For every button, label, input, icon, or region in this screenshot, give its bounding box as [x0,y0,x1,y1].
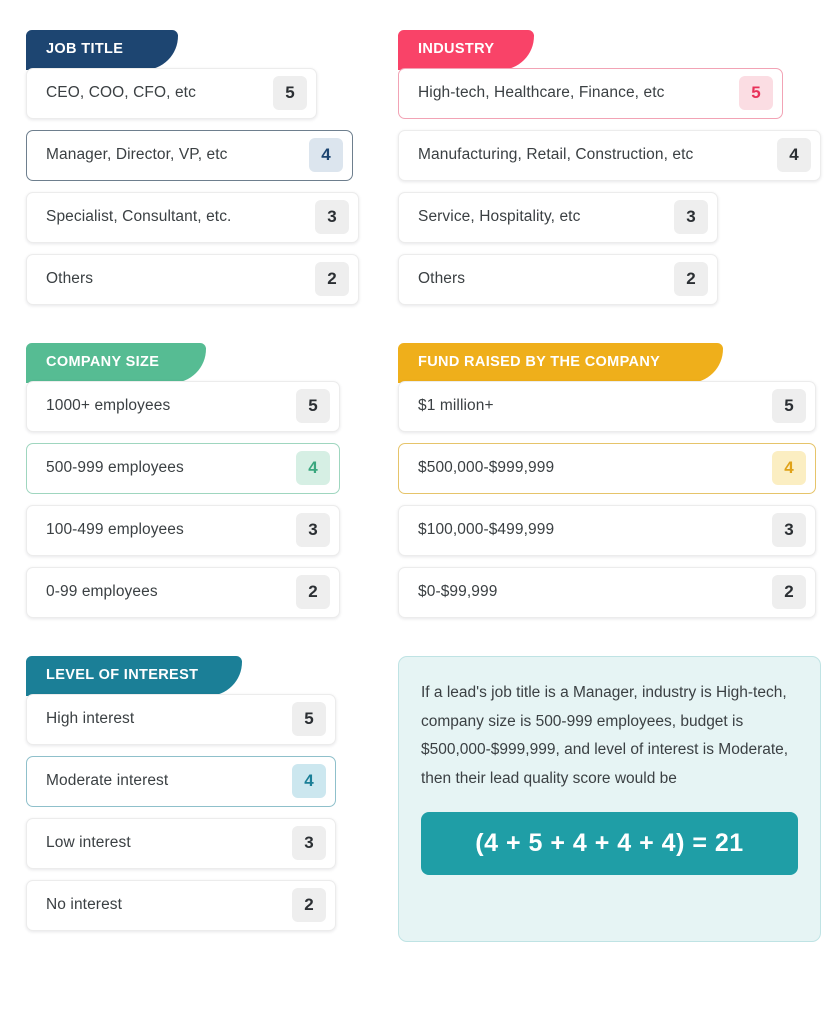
option-label: CEO, COO, CFO, etc [46,84,196,102]
option-row-selected[interactable]: Manager, Director, VP, etc 4 [26,129,353,181]
option-label: Others [46,270,94,288]
option-label: Manager, Director, VP, etc [46,146,228,164]
option-score-badge: 5 [292,702,326,737]
panel-company-size: COMPANY SIZE 1000+ employees 5 500-999 empl… [26,342,376,629]
option-score-badge: 2 [292,888,326,923]
panel-fund-raised: FUND RAISED BY THE COMPANY $1 million+ 5 $5… [398,342,821,629]
option-list-industry: High-tech, Healthcare, Finance, etc 5 Manu… [398,67,821,305]
option-list-fund-raised: $1 million+ 5 $500,000-$999,999 4 $100,000-$… [398,380,821,618]
option-label: Low interest [46,834,131,852]
option-score-badge: 2 [315,262,349,297]
option-label: Others [418,270,466,288]
option-score-badge: 4 [772,451,806,486]
option-score-badge: 2 [674,262,708,297]
option-row[interactable]: 1000+ employees 5 [26,380,340,432]
panel-level-of-interest: LEVEL OF INTEREST High interest 5 Moderate … [26,655,376,942]
option-score-badge: 3 [292,826,326,861]
option-score-badge: 3 [315,200,349,235]
option-list-company-size: 1000+ employees 5 500-999 employees 4 100-49… [26,380,376,618]
option-label: $0-$99,999 [418,583,498,601]
option-label: 500-999 employees [46,459,184,477]
option-row[interactable]: Manufacturing, Retail, Construction, etc… [398,129,821,181]
option-row[interactable]: $1 million+ 5 [398,380,816,432]
panel-header-job-title: JOB TITLE [26,30,178,70]
option-label: High interest [46,710,135,728]
option-score-badge: 3 [674,200,708,235]
option-score-badge: 2 [772,575,806,610]
option-score-badge: 4 [777,138,811,173]
option-row[interactable]: Others 2 [26,253,359,305]
panel-industry: INDUSTRY High-tech, Healthcare, Finance, … [398,30,821,316]
summary-card: If a lead's job title is a Manager, indu… [398,655,821,942]
option-list-job-title: CEO, COO, CFO, etc 5 Manager, Director, VP… [26,67,376,305]
option-row[interactable]: Others 2 [398,253,718,305]
option-row[interactable]: Service, Hospitality, etc 3 [398,191,718,243]
option-row[interactable]: $0-$99,999 2 [398,566,816,618]
option-score-badge: 4 [292,764,326,799]
summary-description: If a lead's job title is a Manager, indu… [421,683,789,787]
option-row[interactable]: Low interest 3 [26,817,336,869]
panel-header-level-of-interest: LEVEL OF INTEREST [26,655,242,696]
option-row-selected[interactable]: 500-999 employees 4 [26,442,340,494]
option-score-badge: 5 [273,76,307,111]
lead-scoring-board: JOB TITLE CEO, COO, CFO, etc 5 Manager, Dir… [0,0,824,1024]
option-label: 100-499 employees [46,521,184,539]
option-label: Moderate interest [46,772,169,790]
option-score-badge: 5 [296,389,330,424]
option-score-badge: 4 [296,451,330,486]
option-label: No interest [46,896,123,914]
summary-score-result: (4 + 5 + 4 + 4 + 4) = 21 [421,811,798,875]
option-row[interactable]: No interest 2 [26,879,336,931]
option-label: 0-99 employees [46,583,158,601]
option-label: $100,000-$499,999 [418,521,555,539]
option-score-badge: 4 [309,138,343,173]
option-label: Specialist, Consultant, etc. [46,208,232,226]
option-row-selected[interactable]: High-tech, Healthcare, Finance, etc 5 [398,67,783,119]
panels-grid: JOB TITLE CEO, COO, CFO, etc 5 Manager, Dir… [26,30,821,942]
option-list-level-of-interest: High interest 5 Moderate interest 4 Low inte… [26,693,376,931]
option-label: Service, Hospitality, etc [418,208,581,226]
panel-header-fund-raised: FUND RAISED BY THE COMPANY [398,342,723,383]
panel-header-industry: INDUSTRY [398,30,534,70]
option-row[interactable]: High interest 5 [26,693,336,745]
option-row[interactable]: 100-499 employees 3 [26,504,340,556]
option-score-badge: 2 [296,575,330,610]
option-label: High-tech, Healthcare, Finance, etc [418,84,665,102]
option-row[interactable]: CEO, COO, CFO, etc 5 [26,67,317,119]
option-score-badge: 5 [772,389,806,424]
option-row[interactable]: 0-99 employees 2 [26,566,340,618]
option-label: $500,000-$999,999 [418,459,555,477]
option-score-badge: 3 [772,513,806,548]
option-score-badge: 3 [296,513,330,548]
option-label: 1000+ employees [46,397,171,415]
panel-header-company-size: COMPANY SIZE [26,342,206,383]
panel-job-title: JOB TITLE CEO, COO, CFO, etc 5 Manager, Dir… [26,30,376,316]
option-row-selected[interactable]: $500,000-$999,999 4 [398,442,816,494]
option-label: Manufacturing, Retail, Construction, etc [418,146,694,164]
option-score-badge: 5 [739,76,773,111]
option-row[interactable]: $100,000-$499,999 3 [398,504,816,556]
option-row-selected[interactable]: Moderate interest 4 [26,755,336,807]
option-label: $1 million+ [418,397,494,415]
option-row[interactable]: Specialist, Consultant, etc. 3 [26,191,359,243]
